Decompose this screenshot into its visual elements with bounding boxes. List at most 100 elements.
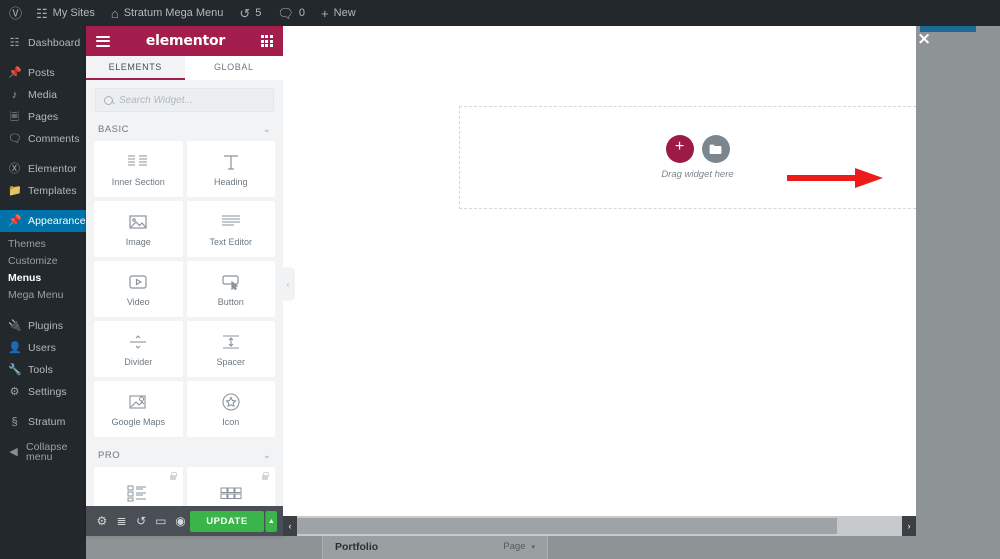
sidebar-item-comments[interactable]: 🗨 Comments bbox=[0, 128, 86, 150]
adminbar-item-updates[interactable]: ↺ 5 bbox=[231, 0, 269, 26]
adminbar-item-new[interactable]: + New bbox=[313, 0, 364, 26]
preview-eye-icon[interactable]: ◉ bbox=[171, 506, 191, 536]
widget-label: Video bbox=[126, 296, 150, 307]
text-editor-icon bbox=[220, 212, 242, 232]
sidebar-item-posts[interactable]: 📌 Posts bbox=[0, 62, 86, 84]
widget-label: Inner Section bbox=[111, 176, 165, 187]
pin-icon: 📌 bbox=[8, 66, 22, 79]
widget-video[interactable]: Video bbox=[94, 261, 183, 317]
category-header-pro[interactable]: PRO ⌄ bbox=[86, 443, 283, 467]
grid-icon[interactable] bbox=[260, 35, 273, 47]
sidebar-collapse-menu[interactable]: ◀ Collapse menu bbox=[0, 441, 86, 463]
tab-elements[interactable]: ELEMENTS bbox=[86, 56, 185, 80]
users-icon: 👤 bbox=[8, 341, 22, 354]
widget-heading[interactable]: Heading bbox=[186, 141, 275, 197]
menu-item-portfolio[interactable]: Portfolio Page ▾ bbox=[322, 533, 548, 559]
search-widget-wrap bbox=[86, 80, 283, 117]
home-icon: ⌂ bbox=[110, 5, 119, 21]
widget-image[interactable]: Image bbox=[94, 201, 183, 257]
search-icon bbox=[104, 95, 113, 105]
comment-icon: 🗨 bbox=[277, 5, 294, 21]
chevron-down-icon[interactable]: ▾ bbox=[531, 543, 535, 551]
widget-label: Button bbox=[217, 296, 244, 307]
elementor-icon: Ⓧ bbox=[9, 162, 20, 175]
updates-count: 5 bbox=[255, 7, 262, 19]
sidebar-item-label: Dashboard bbox=[28, 36, 81, 49]
history-icon[interactable]: ↺ bbox=[131, 506, 151, 536]
sidebar-item-settings[interactable]: ⚙ Settings bbox=[0, 381, 86, 403]
canvas-horizontal-scrollbar[interactable]: ‹ › bbox=[283, 516, 916, 536]
search-input[interactable] bbox=[119, 94, 265, 106]
scrollbar-thumb[interactable] bbox=[297, 518, 837, 534]
adminbar-item-comments[interactable]: 🗨 0 bbox=[269, 0, 313, 26]
settings-gear-icon[interactable]: ⚙ bbox=[92, 506, 112, 536]
tab-global[interactable]: GLOBAL bbox=[184, 56, 283, 80]
widget-google-maps[interactable]: Google Maps bbox=[94, 381, 183, 437]
panel-collapse-handle[interactable]: ‹ bbox=[283, 268, 293, 300]
scroll-left-button[interactable]: ‹ bbox=[283, 516, 297, 536]
scrollbar-track[interactable] bbox=[297, 516, 902, 536]
widget-spacer[interactable]: Spacer bbox=[186, 321, 275, 377]
update-button[interactable]: UPDATE bbox=[190, 510, 264, 532]
widget-label: Icon bbox=[222, 416, 240, 427]
sidebar-item-dashboard[interactable]: ☷ Dashboard bbox=[0, 32, 86, 54]
submenu-item-customize[interactable]: Customize bbox=[0, 252, 86, 269]
sidebar-item-label: Comments bbox=[28, 132, 80, 145]
submenu-label: Customize bbox=[8, 254, 58, 267]
sidebar-item-label: Posts bbox=[28, 66, 55, 79]
adminbar-item-my-sites[interactable]: ☷ My Sites bbox=[28, 0, 103, 26]
submenu-item-menus[interactable]: Menus bbox=[0, 269, 86, 286]
widget-icon[interactable]: Icon bbox=[186, 381, 275, 437]
sidebar-item-appearance[interactable]: 📌 Appearance bbox=[0, 210, 86, 232]
category-header-basic[interactable]: BASIC ⌄ bbox=[86, 117, 283, 141]
sidebar-item-elementor[interactable]: Ⓧ Elementor bbox=[0, 158, 86, 180]
elementor-editor: elementor ELEMENTS GLOBAL Search Widget.… bbox=[86, 26, 916, 536]
hamburger-icon[interactable] bbox=[96, 35, 110, 47]
sidebar-item-plugins[interactable]: 🔌 Plugins bbox=[0, 315, 86, 337]
widget-divider[interactable]: Divider bbox=[94, 321, 183, 377]
responsive-mode-icon[interactable]: ▭ bbox=[151, 506, 171, 536]
wordpress-logo-button[interactable]: Ⓥ bbox=[0, 0, 28, 26]
category-label: BASIC bbox=[98, 123, 130, 135]
elementor-panel-footer: ⚙ ≣ ↺ ▭ ◉ UPDATE ▲ bbox=[86, 506, 283, 536]
add-section-button[interactable]: + bbox=[665, 135, 694, 163]
video-icon bbox=[127, 272, 149, 292]
plus-icon: + bbox=[321, 5, 329, 21]
widget-label: Image bbox=[125, 236, 151, 247]
search-widget-box[interactable] bbox=[95, 88, 274, 112]
sidebar-item-media[interactable]: ♪ Media bbox=[0, 84, 86, 106]
widget-inner-section[interactable]: Inner Section bbox=[94, 141, 183, 197]
add-template-button[interactable] bbox=[701, 135, 730, 163]
sidebar-item-stratum[interactable]: § Stratum bbox=[0, 411, 86, 433]
widget-list-scroll[interactable]: BASIC ⌄ Inner Section Heading Image Text… bbox=[86, 117, 283, 506]
widget-button[interactable]: Button bbox=[186, 261, 275, 317]
media-icon: ♪ bbox=[11, 88, 18, 101]
scroll-right-button[interactable]: › bbox=[902, 516, 916, 536]
sidebar-item-templates[interactable]: 📁 Templates bbox=[0, 180, 86, 202]
adminbar-item-site-name[interactable]: ⌂ Stratum Mega Menu bbox=[103, 0, 232, 26]
sidebar-item-label: Media bbox=[28, 88, 58, 101]
sidebar-item-label: Pages bbox=[28, 110, 59, 123]
close-icon[interactable]: × bbox=[917, 31, 931, 48]
widget-label: Divider bbox=[124, 356, 153, 367]
menu-item-title: Portfolio bbox=[335, 540, 379, 553]
adminbar-label: New bbox=[333, 7, 356, 19]
sidebar-item-tools[interactable]: 🔧 Tools bbox=[0, 359, 86, 381]
pages-icon: 🗏 bbox=[10, 110, 19, 123]
comments-icon: 🗨 bbox=[8, 132, 22, 145]
widget-grid-pro bbox=[86, 467, 283, 506]
sites-icon: ☷ bbox=[36, 5, 48, 21]
refresh-icon: ↺ bbox=[239, 5, 251, 21]
image-icon bbox=[128, 212, 148, 232]
widget-pro-posts-list[interactable] bbox=[94, 467, 183, 506]
caret-up-icon: ▲ bbox=[267, 517, 275, 525]
navigator-layers-icon[interactable]: ≣ bbox=[112, 506, 132, 536]
update-options-caret[interactable]: ▲ bbox=[264, 510, 277, 532]
widget-pro-grid[interactable] bbox=[186, 467, 275, 506]
widget-text-editor[interactable]: Text Editor bbox=[186, 201, 275, 257]
sidebar-item-pages[interactable]: 🗏 Pages bbox=[0, 106, 86, 128]
elementor-canvas[interactable]: + Drag widget here bbox=[283, 26, 916, 516]
submenu-item-themes[interactable]: Themes bbox=[0, 235, 86, 252]
sidebar-item-users[interactable]: 👤 Users bbox=[0, 337, 86, 359]
submenu-item-mega-menu[interactable]: Mega Menu bbox=[0, 286, 86, 303]
